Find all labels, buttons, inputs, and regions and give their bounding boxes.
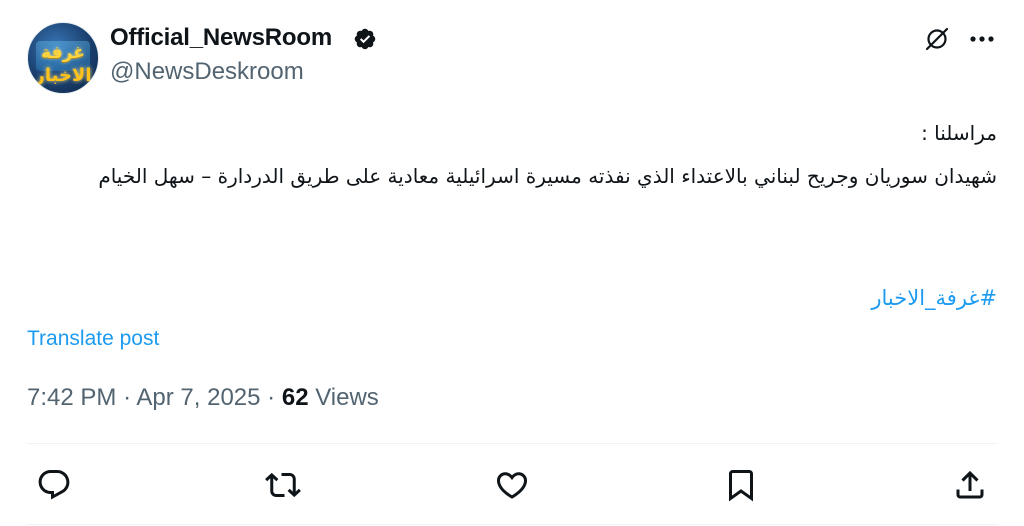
post-text-line2: شهيدان سوريان وجريح لبناني بالاعتداء الذ… (98, 164, 997, 188)
avatar-logo-line2: الاخبار (34, 65, 92, 86)
bookmark-icon (729, 470, 753, 502)
translate-post-link[interactable]: Translate post (27, 327, 159, 351)
share-icon (956, 470, 984, 499)
meta-separator: · (267, 384, 282, 411)
views-label: Views (315, 384, 379, 411)
reply-icon (38, 470, 70, 500)
post-date[interactable]: Apr 7, 2025 (136, 384, 260, 411)
grok-icon[interactable] (922, 24, 952, 54)
post-text-line1: مراسلنا : (921, 121, 997, 145)
views-count: 62 (281, 384, 309, 411)
like-button[interactable] (494, 467, 530, 503)
avatar-logo-line1: غرفة (41, 43, 85, 63)
share-button[interactable] (952, 467, 988, 503)
verified-badge-icon (354, 28, 376, 50)
post-meta: 7:42 PM · Apr 7, 2025 · 62 Views (27, 384, 379, 412)
divider (27, 524, 997, 525)
repost-button[interactable] (265, 467, 301, 503)
reply-button[interactable] (36, 467, 72, 503)
like-icon (496, 472, 528, 499)
author-handle[interactable]: @NewsDeskroom (110, 58, 304, 86)
repost-icon (265, 472, 301, 498)
meta-separator: · (123, 384, 137, 411)
hashtag-link[interactable]: #غرفة_الاخبار (871, 286, 997, 310)
divider (27, 443, 997, 444)
bookmark-button[interactable] (723, 467, 759, 503)
author-display-name[interactable]: Official_NewsRoom (110, 24, 332, 52)
post-time[interactable]: 7:42 PM (27, 384, 116, 411)
more-options-icon[interactable] (966, 24, 998, 54)
avatar[interactable]: غرفة الاخبار (27, 22, 99, 94)
